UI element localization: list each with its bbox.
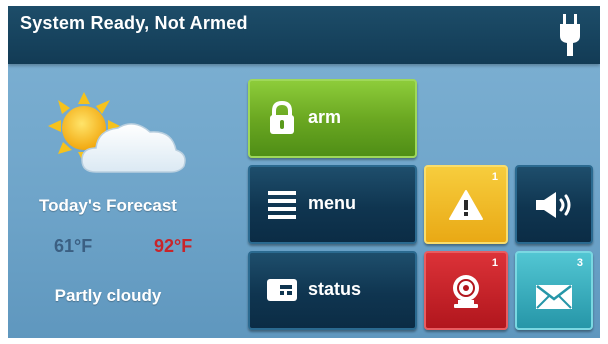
- power-plug-icon: [560, 14, 580, 56]
- status-panel-icon: [267, 279, 297, 301]
- messages-count-badge: 3: [576, 257, 583, 269]
- system-status-text: System Ready, Not Armed: [20, 13, 248, 33]
- arm-button-label: arm: [308, 107, 342, 127]
- troubles-count-badge: 1: [491, 257, 498, 269]
- volume-button[interactable]: [515, 165, 593, 244]
- lock-icon: [270, 101, 294, 134]
- menu-button[interactable]: menu: [248, 165, 417, 244]
- high-temperature: 92°F: [154, 236, 193, 256]
- status-button[interactable]: status: [248, 251, 417, 330]
- status-button-label: status: [308, 279, 362, 299]
- forecast-condition: Partly cloudy: [54, 286, 162, 305]
- partly-cloudy-icon: [48, 92, 186, 173]
- warning-icon: [449, 189, 483, 220]
- menu-button-label: menu: [308, 193, 357, 213]
- arm-button[interactable]: arm: [248, 79, 417, 158]
- envelope-icon: [536, 284, 572, 309]
- bell-icon: [453, 274, 479, 308]
- touchscreen-panel: System Ready, Not Armed Today's Forecast…: [8, 6, 600, 338]
- menu-list-icon: [268, 191, 296, 219]
- alerts-button[interactable]: 1: [424, 165, 508, 244]
- status-bar: System Ready, Not Armed: [8, 6, 600, 64]
- low-temperature: 61°F: [54, 236, 93, 256]
- troubles-button[interactable]: 1: [424, 251, 508, 330]
- alerts-count-badge: 1: [491, 171, 498, 183]
- speaker-icon: [536, 191, 571, 218]
- forecast-title: Today's Forecast: [39, 196, 177, 215]
- messages-button[interactable]: 3: [515, 251, 593, 330]
